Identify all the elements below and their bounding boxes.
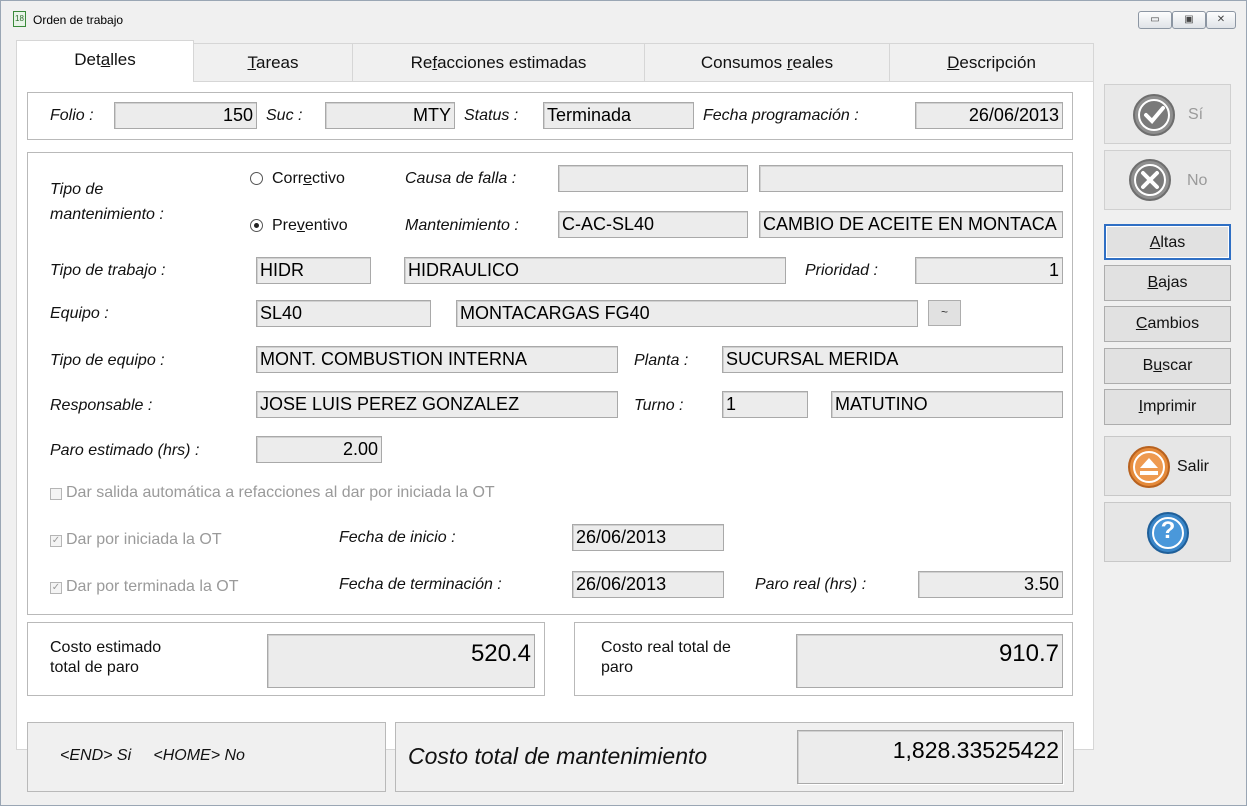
- costo-estimado-field[interactable]: 520.4: [267, 634, 535, 688]
- equipo-lookup-button[interactable]: ~: [928, 300, 961, 326]
- fecha-programacion-field[interactable]: 26/06/2013: [915, 102, 1063, 129]
- equipo-label: Equipo :: [50, 305, 109, 322]
- paro-real-label: Paro real (hrs) :: [755, 576, 867, 593]
- equipo-code-field[interactable]: SL40: [256, 300, 431, 327]
- correctivo-label[interactable]: Correctivo: [272, 170, 345, 188]
- tab-strip: Detalles Tareas Refacciones estimadas Co…: [16, 40, 1094, 82]
- salir-label: Salir: [1177, 458, 1210, 475]
- title-bar: 18 Orden de trabajo ▭ ▣ ✕: [1, 1, 1246, 37]
- turno-code-field[interactable]: 1: [722, 391, 808, 418]
- suc-label: Suc :: [266, 107, 303, 124]
- client-area: Detalles Tareas Refacciones estimadas Co…: [7, 35, 1242, 801]
- fecha-terminacion-label: Fecha de terminación :: [339, 576, 502, 593]
- tab-detalles[interactable]: Detalles: [16, 40, 194, 82]
- causa-falla-code-field[interactable]: [558, 165, 748, 192]
- prioridad-label: Prioridad :: [805, 262, 878, 279]
- costo-estimado-label-1: Costo estimado: [50, 639, 162, 656]
- total-label: Costo total de mantenimiento: [408, 743, 708, 769]
- fecha-inicio-field[interactable]: 26/06/2013: [572, 524, 724, 551]
- costo-real-label-2: paro: [601, 659, 634, 676]
- app-icon: 18: [13, 11, 26, 27]
- mantenimiento-code-field[interactable]: C-AC-SL40: [558, 211, 748, 238]
- planta-label: Planta :: [634, 352, 689, 369]
- si-label: Sí: [1188, 106, 1204, 123]
- altas-button[interactable]: Altas: [1104, 224, 1231, 260]
- costo-estimado-label-2: total de paro: [50, 659, 139, 676]
- main-window: 18 Orden de trabajo ▭ ▣ ✕ Detalles Tarea…: [0, 0, 1247, 806]
- costo-estimado-group: Costo estimado total de paro 520.4: [27, 622, 545, 696]
- suc-field[interactable]: MTY: [325, 102, 455, 129]
- salir-button[interactable]: Salir: [1104, 436, 1231, 496]
- no-button[interactable]: No: [1104, 150, 1231, 210]
- cancel-icon: [1129, 159, 1171, 201]
- details-group: Tipo de mantenimiento : Correctivo Preve…: [27, 152, 1073, 615]
- causa-falla-desc-field[interactable]: [759, 165, 1063, 192]
- tipo-mantenimiento-label-2: mantenimiento :: [50, 206, 164, 223]
- tab-refacciones[interactable]: Refacciones estimadas: [352, 43, 645, 82]
- header-group: Folio : 150 Suc : MTY Status : Terminada…: [27, 92, 1073, 140]
- imprimir-button[interactable]: Imprimir: [1104, 389, 1231, 425]
- tab-page-detalles: Folio : 150 Suc : MTY Status : Terminada…: [16, 81, 1094, 750]
- status-field[interactable]: Terminada: [543, 102, 694, 129]
- total-field[interactable]: 1,828.33525422: [797, 730, 1063, 784]
- buscar-button[interactable]: Buscar: [1104, 348, 1231, 384]
- salida-automatica-checkbox[interactable]: [50, 488, 62, 500]
- prioridad-field[interactable]: 1: [915, 257, 1063, 284]
- paro-estimado-field[interactable]: 2.00: [256, 436, 382, 463]
- equipo-desc-field[interactable]: MONTACARGAS FG40: [456, 300, 918, 327]
- help-glyph: ?: [1160, 517, 1176, 544]
- keys-hint-panel: <END> Si <HOME> No: [27, 722, 386, 792]
- help-button[interactable]: ?: [1104, 502, 1231, 562]
- eject-icon: [1128, 446, 1170, 488]
- window-title: Orden de trabajo: [33, 13, 124, 27]
- tab-tareas[interactable]: Tareas: [193, 43, 353, 82]
- mantenimiento-label: Mantenimiento :: [405, 217, 519, 234]
- turno-label: Turno :: [634, 397, 684, 414]
- fecha-inicio-label: Fecha de inicio :: [339, 529, 456, 546]
- keys-hint: <END> Si <HOME> No: [60, 747, 245, 764]
- check-icon: [1133, 94, 1175, 136]
- costo-real-group: Costo real total de paro 910.7: [574, 622, 1073, 696]
- costo-real-label-1: Costo real total de: [601, 639, 731, 656]
- terminada-checkbox[interactable]: ✓: [50, 582, 62, 594]
- si-button[interactable]: Sí: [1104, 84, 1231, 144]
- tab-descripcion[interactable]: Descripción: [889, 43, 1094, 82]
- folio-label: Folio :: [50, 107, 94, 124]
- causa-falla-label: Causa de falla :: [405, 170, 517, 187]
- iniciada-checkbox[interactable]: ✓: [50, 535, 62, 547]
- preventivo-radio[interactable]: [250, 219, 263, 232]
- paro-estimado-label: Paro estimado (hrs) :: [50, 442, 200, 459]
- turno-desc-field[interactable]: MATUTINO: [831, 391, 1063, 418]
- mantenimiento-desc-field[interactable]: CAMBIO DE ACEITE EN MONTACA: [759, 211, 1063, 238]
- responsable-field[interactable]: JOSE LUIS PEREZ GONZALEZ: [256, 391, 618, 418]
- fecha-programacion-label: Fecha programación :: [703, 107, 859, 124]
- status-label: Status :: [464, 107, 519, 124]
- cambios-button[interactable]: Cambios: [1104, 306, 1231, 342]
- close-button[interactable]: ✕: [1206, 11, 1236, 29]
- correctivo-radio[interactable]: [250, 172, 263, 185]
- tipo-trabajo-desc-field[interactable]: HIDRAULICO: [404, 257, 786, 284]
- tipo-equipo-label: Tipo de equipo :: [50, 352, 165, 369]
- iniciada-label: Dar por iniciada la OT: [66, 531, 222, 548]
- tab-consumos[interactable]: Consumos reales: [644, 43, 890, 82]
- salida-automatica-label: Dar salida automática a refacciones al d…: [66, 484, 495, 501]
- fecha-terminacion-field[interactable]: 26/06/2013: [572, 571, 724, 598]
- tipo-trabajo-code-field[interactable]: HIDR: [256, 257, 371, 284]
- folio-field[interactable]: 150: [114, 102, 257, 129]
- tipo-mantenimiento-label-1: Tipo de: [50, 181, 104, 198]
- total-panel: Costo total de mantenimiento 1,828.33525…: [395, 722, 1074, 792]
- responsable-label: Responsable :: [50, 397, 153, 414]
- no-label: No: [1187, 172, 1208, 189]
- bajas-button[interactable]: Bajas: [1104, 265, 1231, 301]
- tipo-equipo-field[interactable]: MONT. COMBUSTION INTERNA: [256, 346, 618, 373]
- planta-field[interactable]: SUCURSAL MERIDA: [722, 346, 1063, 373]
- minimize-button[interactable]: ▭: [1138, 11, 1172, 29]
- paro-real-field[interactable]: 3.50: [918, 571, 1063, 598]
- preventivo-label[interactable]: Preventivo: [272, 217, 348, 235]
- tipo-trabajo-label: Tipo de trabajo :: [50, 262, 166, 279]
- terminada-label: Dar por terminada la OT: [66, 578, 239, 595]
- costo-real-field[interactable]: 910.7: [796, 634, 1063, 688]
- maximize-button[interactable]: ▣: [1172, 11, 1206, 29]
